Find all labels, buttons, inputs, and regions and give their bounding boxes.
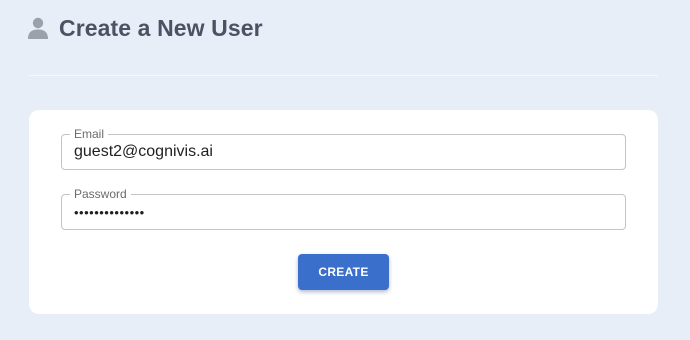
email-field: Email	[61, 127, 626, 170]
password-field: Password	[61, 187, 626, 230]
create-button[interactable]: CREATE	[298, 254, 389, 290]
header-divider	[29, 75, 658, 76]
user-icon	[28, 17, 48, 39]
page-title: Create a New User	[59, 14, 263, 41]
create-user-page: Create a New User Email Password CREATE	[0, 0, 690, 340]
email-input[interactable]	[74, 135, 614, 169]
page-header: Create a New User	[28, 14, 263, 42]
password-input[interactable]	[74, 195, 614, 229]
create-user-form: Email Password CREATE	[29, 110, 658, 314]
